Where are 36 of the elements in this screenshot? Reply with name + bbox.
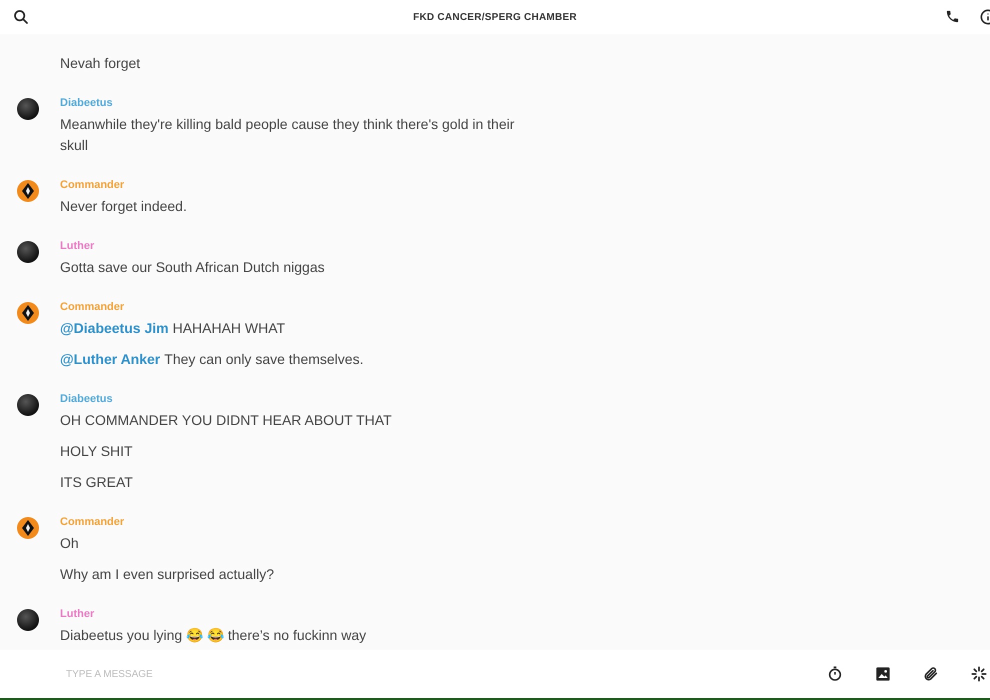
search-icon[interactable] — [13, 9, 29, 25]
sender-name: Diabeetus — [60, 96, 114, 110]
paperclip-icon[interactable] — [923, 666, 939, 682]
avatar — [17, 241, 39, 263]
message-text: ITS GREAT — [60, 473, 133, 492]
message-text: They can only save themselves. — [164, 350, 364, 369]
mention-link[interactable]: @Luther Anker — [60, 349, 160, 370]
sender-name: Commander — [60, 515, 126, 529]
chat-title: FKD CANCER/SPERG CHAMBER — [413, 10, 577, 24]
image-icon[interactable] — [875, 666, 891, 682]
sender-name: Luther — [60, 607, 96, 621]
avatar — [17, 180, 39, 202]
sender-name: Diabeetus — [60, 392, 114, 406]
avatar — [17, 394, 39, 416]
message-text: HAHAHAH WHAT — [172, 319, 286, 338]
message-text: Never forget indeed. — [60, 197, 187, 216]
avatar — [17, 517, 39, 539]
message-text: Why am I even surprised actually? — [60, 565, 274, 584]
sparkle-icon[interactable] — [971, 666, 987, 682]
message-text: HOLY SHIT — [60, 442, 133, 461]
sender-name: Luther — [60, 239, 96, 253]
avatar — [17, 609, 39, 631]
message-text: Oh — [60, 534, 79, 553]
message-input[interactable]: TYPE A MESSAGE — [60, 666, 827, 682]
message-text: Diabeetus you lying 😂 😂 there’s no fuckinn way — [60, 626, 366, 645]
avatar — [17, 98, 39, 120]
mention-link[interactable]: @Diabeetus Jim — [60, 318, 169, 339]
timer-icon[interactable] — [827, 666, 843, 682]
message-text: Meanwhile they're killing bald people cause they think there's gold in their skull — [60, 115, 516, 155]
phone-icon[interactable] — [945, 9, 960, 24]
message-text: OH COMMANDER YOU DIDNT HEAR ABOUT THAT — [60, 411, 392, 430]
message-text: Nevah forget — [60, 54, 140, 73]
sender-name: Commander — [60, 300, 126, 314]
sender-name: Commander — [60, 178, 126, 192]
avatar — [17, 302, 39, 324]
message-text: Gotta save our South African Dutch niggas — [60, 258, 325, 277]
